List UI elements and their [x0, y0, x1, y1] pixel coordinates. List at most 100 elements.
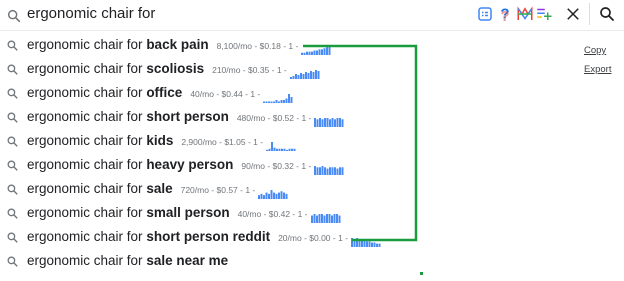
suggestion-text[interactable]: ergonomic chair for kids 2,900/mo - $1.05…	[27, 132, 296, 151]
trend-bar	[323, 215, 326, 223]
svg-text:?: ?	[500, 8, 509, 23]
trend-sparkline	[351, 238, 381, 247]
trend-bar	[321, 49, 324, 55]
trend-bar	[270, 190, 273, 199]
trend-bar	[311, 51, 314, 55]
suggestion-completion: scoliosis	[146, 61, 205, 76]
close-icon[interactable]	[564, 5, 582, 23]
search-input[interactable]: ergonomic chair for	[27, 4, 155, 24]
trend-bar	[316, 167, 319, 175]
trend-bar	[273, 192, 276, 199]
trend-bar	[326, 47, 329, 55]
trend-bar	[324, 167, 327, 175]
trend-bar	[323, 48, 326, 55]
trend-bar	[333, 214, 336, 223]
trend-bar	[263, 101, 266, 103]
export-link[interactable]: Export	[584, 64, 611, 75]
trend-bar	[331, 167, 334, 175]
trend-bar	[336, 168, 339, 175]
suggestion-prefix: ergonomic chair for	[27, 109, 147, 124]
trend-bar	[266, 149, 269, 151]
keyword-metrics: 720/mo - $0.57 - 1 -	[180, 185, 256, 195]
suggestion-row[interactable]: ergonomic chair for sale near me	[0, 249, 440, 273]
trend-bar	[275, 193, 278, 199]
suggestion-row[interactable]: ergonomic chair for small person 40/mo - …	[0, 201, 440, 225]
suggestion-text[interactable]: ergonomic chair for small person 40/mo - …	[27, 204, 341, 223]
trend-bar	[316, 119, 319, 127]
trend-bar	[265, 101, 268, 103]
keyword-metrics: 40/mo - $0.42 - 1 -	[237, 209, 308, 219]
suggestion-text[interactable]: ergonomic chair for back pain 8,100/mo - …	[27, 36, 331, 55]
suggestion-text[interactable]: ergonomic chair for short person 480/mo -…	[27, 108, 344, 127]
keyword-metrics: 210/mo - $0.35 - 1 -	[212, 65, 287, 75]
suggestion-text[interactable]: ergonomic chair for short person reddit 2…	[27, 228, 381, 247]
trend-bar	[366, 241, 368, 247]
trend-bar	[306, 51, 309, 55]
keyword-metrics: 40/mo - $0.44 - 1 -	[190, 89, 261, 99]
trend-bar	[334, 167, 337, 175]
suggestion-row[interactable]: ergonomic chair for kids 2,900/mo - $1.05…	[0, 129, 440, 153]
trend-bar	[288, 94, 291, 103]
suggestion-text[interactable]: ergonomic chair for sale near me	[27, 252, 228, 270]
suggestion-row[interactable]: ergonomic chair for short person reddit 2…	[0, 225, 440, 249]
trend-bar	[280, 191, 283, 199]
search-button-icon[interactable]	[598, 5, 616, 23]
suggestion-row[interactable]: ergonomic chair for sale 720/mo - $0.57 -…	[0, 177, 440, 201]
suggestion-row[interactable]: ergonomic chair for short person 480/mo -…	[0, 105, 440, 129]
suggestion-row[interactable]: ergonomic chair for scoliosis 210/mo - $0…	[0, 57, 440, 81]
keyword-metrics: 2,900/mo - $1.05 - 1 -	[181, 137, 264, 147]
trend-bar	[283, 192, 286, 199]
suggestion-completion: heavy person	[146, 157, 234, 172]
trend-bar	[320, 214, 323, 223]
trend-bar	[373, 242, 376, 247]
search-icon	[7, 9, 21, 23]
trend-bar	[283, 148, 286, 151]
m-logo-icon[interactable]	[516, 5, 534, 23]
trend-bar	[318, 214, 321, 223]
trend-bar	[294, 74, 297, 79]
trend-bar	[297, 75, 300, 79]
trend-bar	[308, 51, 311, 55]
suggestion-row[interactable]: ergonomic chair for back pain 8,100/mo - …	[0, 33, 440, 57]
trend-bar	[318, 49, 321, 55]
trend-bar	[273, 101, 276, 103]
suggestion-prefix: ergonomic chair for	[27, 61, 147, 76]
trend-bar	[314, 70, 317, 79]
suggestion-row[interactable]: ergonomic chair for heavy person 90/mo - …	[0, 153, 440, 177]
trend-bar	[321, 119, 324, 127]
trend-bar	[303, 52, 306, 55]
trend-bar	[341, 167, 344, 175]
suggestion-text[interactable]: ergonomic chair for office 40/mo - $0.44 …	[27, 84, 293, 103]
suggestion-completion: small person	[146, 205, 230, 220]
trend-bar	[356, 238, 358, 247]
trend-bar	[290, 97, 293, 103]
copy-link[interactable]: Copy	[584, 45, 606, 56]
question-icon[interactable]: ? ?	[496, 5, 514, 24]
suggestion-text[interactable]: ergonomic chair for heavy person 90/mo - …	[27, 156, 344, 175]
search-icon	[7, 136, 18, 147]
search-icon	[7, 208, 18, 219]
suggestion-list: ergonomic chair for back pain 8,100/mo - …	[0, 33, 440, 273]
playlist-add-icon[interactable]	[535, 5, 553, 23]
trend-bar	[285, 193, 288, 199]
trend-bar	[361, 239, 363, 247]
trend-bar	[351, 238, 353, 247]
trend-bar	[268, 101, 271, 103]
trend-bar	[341, 119, 344, 127]
trend-bar	[368, 241, 371, 247]
trend-bar	[275, 100, 278, 103]
trend-bar	[338, 215, 341, 223]
trend-bar	[312, 72, 315, 79]
trend-bar	[314, 166, 317, 175]
clipboard-list-icon[interactable]	[476, 5, 494, 23]
trend-bar	[278, 101, 281, 103]
suggestion-text[interactable]: ergonomic chair for sale 720/mo - $0.57 -…	[27, 180, 288, 199]
suggestion-text[interactable]: ergonomic chair for scoliosis 210/mo - $0…	[27, 60, 320, 79]
trend-bar	[328, 46, 331, 55]
trend-bar	[285, 98, 288, 103]
trend-bar	[319, 118, 322, 127]
suggestion-row[interactable]: ergonomic chair for office 40/mo - $0.44 …	[0, 81, 440, 105]
trend-sparkline	[266, 142, 296, 151]
trend-sparkline	[258, 190, 288, 199]
trend-bar	[326, 118, 329, 127]
